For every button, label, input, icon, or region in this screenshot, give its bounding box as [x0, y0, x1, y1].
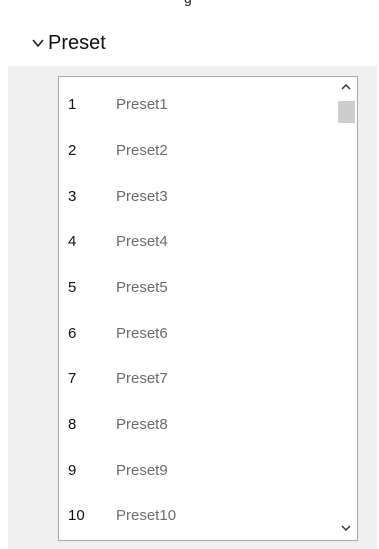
preset-label: Preset6 [116, 325, 168, 342]
preset-number: 6 [68, 325, 77, 342]
list-item[interactable]: 2 Preset2 [59, 128, 334, 174]
list-item[interactable]: 1 Preset1 [59, 82, 334, 128]
vertical-scrollbar[interactable] [335, 77, 357, 540]
preset-label: Preset1 [116, 96, 168, 113]
chevron-down-icon [30, 35, 46, 51]
top-cut-off-text: g [0, 0, 379, 6]
preset-label: Preset9 [116, 462, 168, 479]
preset-number: 7 [68, 370, 77, 387]
scroll-down-button[interactable] [335, 518, 357, 540]
list-item[interactable]: 4 Preset4 [59, 219, 334, 265]
preset-number: 9 [68, 462, 77, 479]
list-item[interactable]: 9 Preset9 [59, 448, 334, 494]
list-item[interactable]: 7 Preset7 [59, 356, 334, 402]
list-item[interactable]: 3 Preset3 [59, 174, 334, 220]
preset-number: 5 [68, 279, 77, 296]
section-title: Preset [48, 31, 106, 54]
preset-number: 10 [68, 507, 85, 524]
preset-number: 8 [68, 416, 77, 433]
scroll-thumb[interactable] [338, 101, 355, 123]
list-item[interactable]: 8 Preset8 [59, 402, 334, 448]
preset-number: 3 [68, 188, 77, 205]
preset-section-toggle[interactable]: Preset [30, 28, 106, 58]
list-item[interactable]: 5 Preset5 [59, 265, 334, 311]
preset-label: Preset8 [116, 416, 168, 433]
preset-number: 4 [68, 233, 77, 250]
chevron-up-icon [340, 79, 352, 97]
preset-label: Preset5 [116, 279, 168, 296]
preset-label: Preset10 [116, 507, 177, 524]
preset-label: Preset7 [116, 370, 168, 387]
list-item[interactable]: 6 Preset6 [59, 311, 334, 357]
chevron-down-icon [340, 520, 352, 538]
preset-listbox[interactable]: 1 Preset1 2 Preset2 3 Preset3 4 Preset4 5 Preset5… [58, 76, 358, 541]
preset-label: Preset3 [116, 188, 168, 205]
preset-number: 1 [68, 96, 77, 113]
preset-label: Preset4 [116, 233, 168, 250]
top-cut-off-glyphs: g [184, 0, 192, 6]
scroll-up-button[interactable] [335, 77, 357, 99]
preset-number: 2 [68, 142, 77, 159]
list-item[interactable]: 10 Preset10 [59, 493, 334, 539]
preset-label: Preset2 [116, 142, 168, 159]
